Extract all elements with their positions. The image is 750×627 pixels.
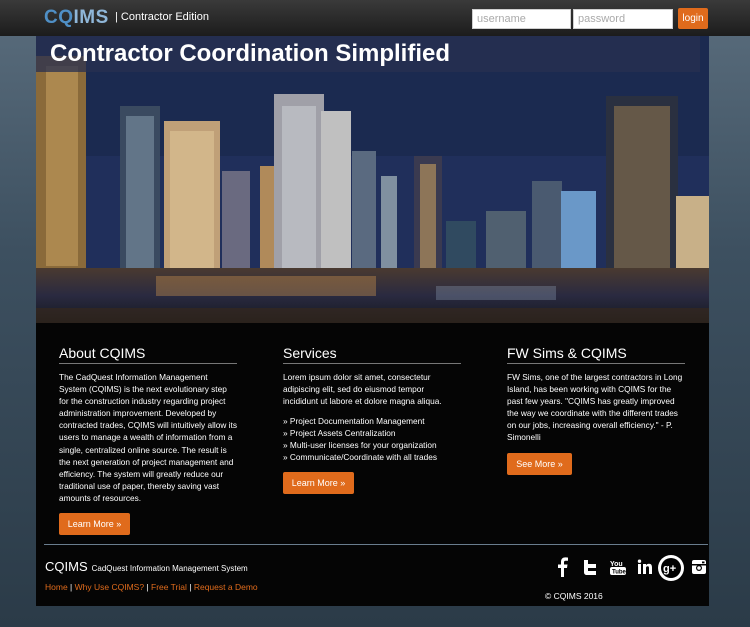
edition-label: | Contractor Edition [115, 11, 209, 23]
linkedin-icon[interactable] [633, 555, 657, 579]
facebook-icon[interactable] [550, 555, 574, 579]
hero-title-band: Contractor Coordination Simplified [36, 36, 700, 72]
footer-brand-subtitle: CadQuest Information Management System [91, 564, 248, 573]
city-skyline-image [36, 36, 709, 323]
services-list: » Project Documentation Management » Pro… [283, 416, 461, 463]
testimonial-column: FW Sims & CQIMS FW Sims, one of the larg… [507, 345, 685, 475]
footer-links: Home | Why Use CQIMS? | Free Trial | Req… [45, 582, 258, 592]
password-input[interactable] [573, 9, 673, 29]
footer-link-request-demo[interactable]: Request a Demo [194, 582, 258, 592]
logo-cq: CQ [44, 7, 74, 28]
instagram-icon[interactable] [687, 555, 711, 579]
testimonial-text: FW Sims, one of the largest contractors … [507, 372, 683, 443]
logo[interactable]: CQIMS [44, 7, 109, 29]
logo-ims: IMS [73, 7, 109, 28]
hero-title: Contractor Coordination Simplified [50, 40, 450, 67]
list-item: » Communicate/Coordinate with all trades [283, 451, 438, 462]
about-heading: About CQIMS [59, 345, 237, 364]
footer-link-why-use[interactable]: Why Use CQIMS? [75, 582, 144, 592]
footer-link-free-trial[interactable]: Free Trial [151, 582, 187, 592]
hero-banner: Contractor Coordination Simplified [36, 36, 709, 323]
about-learn-more-button[interactable]: Learn More » [59, 513, 130, 536]
footer-brand-name: CQIMS [45, 559, 88, 574]
svg-text:You: You [610, 561, 623, 568]
login-button[interactable]: login [678, 8, 708, 29]
testimonial-heading: FW Sims & CQIMS [507, 345, 685, 364]
footer-link-home[interactable]: Home [45, 582, 68, 592]
copyright-text: © CQIMS 2016 [545, 591, 603, 601]
top-navbar: CQIMS | Contractor Edition login [0, 0, 750, 36]
main-content: About CQIMS The CadQuest Information Man… [36, 323, 709, 606]
services-heading: Services [283, 345, 461, 364]
services-column: Services Lorem ipsum dolor sit amet, con… [283, 345, 461, 495]
see-more-button[interactable]: See More » [507, 452, 572, 475]
list-item: » Multi-user licenses for your organizat… [283, 439, 437, 450]
list-item: » Project Assets Centralization [283, 428, 396, 439]
services-learn-more-button[interactable]: Learn More » [283, 472, 354, 495]
list-item: » Project Documentation Management [283, 416, 425, 427]
svg-text:g+: g+ [663, 563, 676, 575]
services-text: Lorem ipsum dolor sit amet, consectetur … [283, 372, 442, 407]
googleplus-icon[interactable]: g+ [658, 555, 684, 581]
about-text: The CadQuest Information Management Syst… [59, 372, 237, 503]
about-column: About CQIMS The CadQuest Information Man… [59, 345, 237, 536]
twitter-icon[interactable] [578, 555, 602, 579]
footer-brand: CQIMS CadQuest Information Management Sys… [45, 559, 248, 574]
footer-divider [44, 544, 708, 545]
youtube-icon[interactable]: You Tube [606, 555, 630, 579]
username-input[interactable] [472, 9, 571, 29]
svg-text:Tube: Tube [612, 570, 627, 576]
